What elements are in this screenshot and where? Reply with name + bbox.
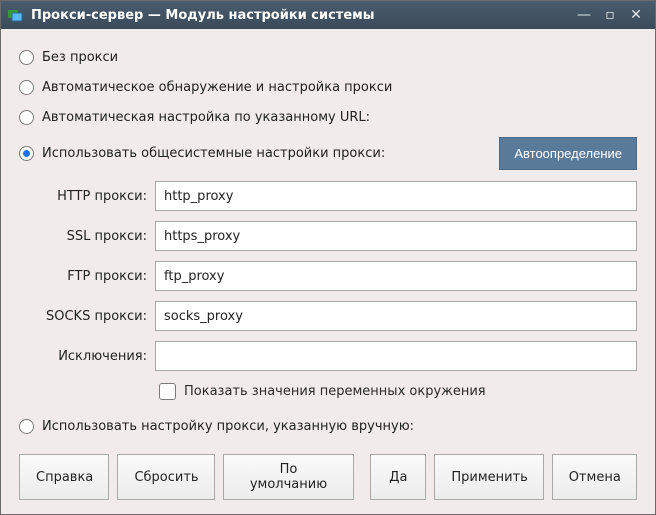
- radio-no-proxy[interactable]: Без прокси: [19, 43, 637, 71]
- radio-label: Использовать настройку прокси, указанную…: [42, 419, 414, 434]
- ssl-proxy-label: SSL прокси:: [19, 229, 149, 244]
- ftp-proxy-input[interactable]: [155, 261, 637, 291]
- show-env-checkbox-row[interactable]: Показать значения переменных окружения: [159, 383, 637, 400]
- checkbox-label: Показать значения переменных окружения: [184, 384, 486, 399]
- exceptions-label: Исключения:: [19, 349, 149, 364]
- app-icon: [7, 7, 23, 23]
- maximize-button[interactable]: ▫: [597, 5, 623, 25]
- radio-icon: [19, 110, 34, 125]
- radio-icon: [19, 80, 34, 95]
- minimize-button[interactable]: —: [571, 5, 597, 25]
- defaults-button[interactable]: По умолчанию: [223, 454, 355, 500]
- dialog-window: Прокси-сервер — Модуль настройки системы…: [0, 0, 656, 515]
- socks-proxy-input[interactable]: [155, 301, 637, 331]
- window-title: Прокси-сервер — Модуль настройки системы: [31, 8, 571, 23]
- radio-icon: [19, 50, 34, 65]
- radio-label: Без прокси: [42, 50, 118, 65]
- help-button[interactable]: Справка: [19, 454, 109, 500]
- radio-system-proxy[interactable]: Использовать общесистемные настройки про…: [19, 146, 385, 161]
- http-proxy-input[interactable]: [155, 181, 637, 211]
- http-proxy-label: HTTP прокси:: [19, 189, 149, 204]
- exceptions-input[interactable]: [155, 341, 637, 371]
- checkbox-icon: [159, 383, 176, 400]
- ssl-proxy-input[interactable]: [155, 221, 637, 251]
- radio-icon: [19, 146, 34, 161]
- reset-button[interactable]: Сбросить: [117, 454, 214, 500]
- dialog-body: Без прокси Автоматическое обнаружение и …: [1, 29, 655, 442]
- radio-auto-detect[interactable]: Автоматическое обнаружение и настройка п…: [19, 73, 637, 101]
- radio-label: Использовать общесистемные настройки про…: [42, 146, 385, 161]
- radio-label: Автоматическая настройка по указанному U…: [42, 110, 370, 125]
- proxy-form: HTTP прокси: SSL прокси: FTP прокси: SOC…: [19, 181, 637, 371]
- button-bar: Справка Сбросить По умолчанию Да Примени…: [1, 442, 655, 514]
- radio-auto-url[interactable]: Автоматическая настройка по указанному U…: [19, 103, 637, 131]
- apply-button[interactable]: Применить: [434, 454, 543, 500]
- close-button[interactable]: ✕: [623, 5, 649, 25]
- titlebar[interactable]: Прокси-сервер — Модуль настройки системы…: [1, 1, 655, 29]
- ok-button[interactable]: Да: [370, 454, 426, 500]
- socks-proxy-label: SOCKS прокси:: [19, 309, 149, 324]
- autodetect-button[interactable]: Автоопределение: [499, 137, 637, 170]
- radio-label: Автоматическое обнаружение и настройка п…: [42, 80, 392, 95]
- radio-manual-proxy[interactable]: Использовать настройку прокси, указанную…: [19, 412, 637, 440]
- radio-icon: [19, 419, 34, 434]
- cancel-button[interactable]: Отмена: [552, 454, 637, 500]
- ftp-proxy-label: FTP прокси:: [19, 269, 149, 284]
